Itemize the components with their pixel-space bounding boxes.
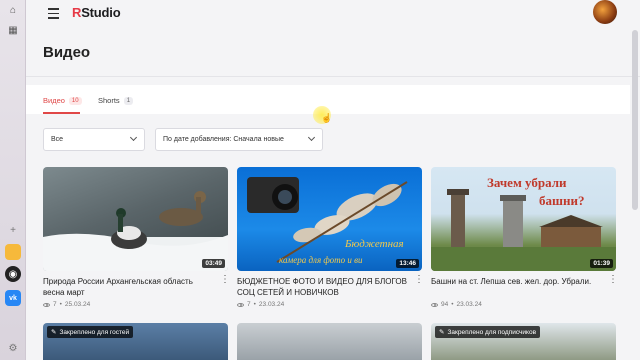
grid-icon[interactable]: ▦ (5, 22, 21, 38)
video-meta: 7 • 23.03.24 (237, 301, 422, 308)
pinned-badge: ✎ Закреплено для подписчиков (435, 326, 541, 338)
logo-text: Studio (81, 5, 121, 20)
eye-icon (43, 302, 50, 307)
vk-icon[interactable]: vk (5, 290, 21, 306)
upload-date: 23.03.24 (258, 301, 285, 308)
logo-r: R (72, 5, 82, 20)
add-icon[interactable]: + (5, 222, 21, 238)
video-card[interactable]: 03:49 Природа России Архангельская облас… (43, 167, 230, 308)
video-thumbnail[interactable]: ✎ Закреплено для подписчиков (431, 323, 616, 360)
tab-count: 10 (68, 96, 82, 105)
more-options-icon[interactable]: ⋮ (220, 275, 230, 285)
thumb-caption-1: Зачем убрали (487, 175, 567, 190)
view-count: 94 (441, 301, 449, 308)
eye-icon (431, 302, 438, 307)
sort-select[interactable]: По дате добавления: Сначала новые (155, 128, 323, 151)
video-meta: 7 • 25.03.24 (43, 301, 228, 308)
thumb-caption-2: камера для фото и ви (279, 255, 363, 265)
category-select-value: Все (51, 136, 64, 143)
video-thumbnail[interactable]: Бюджетная камера для фото и ви 13:46 (237, 167, 422, 271)
pinned-label: Закреплено для гостей (59, 328, 130, 336)
tab-label: Shorts (98, 96, 120, 105)
tab-videos[interactable]: Видео 10 (43, 96, 82, 105)
pinned-badge: ✎ Закреплено для гостей (47, 326, 134, 338)
video-thumbnail[interactable]: 03:49 (43, 167, 228, 271)
chevron-down-icon (129, 133, 138, 142)
video-thumbnail[interactable]: Зачем убрали башни? 01:39 (431, 167, 616, 271)
chevron-down-icon (307, 133, 316, 142)
duck-scene (43, 191, 228, 271)
towers-scene: Зачем убрали башни? (431, 175, 616, 271)
logo[interactable]: RStudio (72, 5, 121, 20)
page-title: Видео (43, 44, 91, 61)
video-thumbnail[interactable]: ✎ Закреплено для гостей (43, 323, 228, 360)
duration-badge: 13:46 (396, 259, 419, 268)
top-bar: RStudio (26, 0, 640, 28)
hamburger-icon[interactable] (48, 8, 59, 22)
home-icon[interactable]: ⌂ (5, 2, 21, 18)
thumb-caption-1: Бюджетная (344, 238, 404, 250)
video-card[interactable]: Бюджетная камера для фото и ви 13:46 БЮД… (237, 167, 424, 308)
view-count: 7 (53, 301, 57, 308)
os-sidebar: ⌂ ▦ + ◉ vk ⚙ (0, 0, 26, 360)
separator: • (253, 301, 256, 308)
eye-icon (237, 302, 244, 307)
active-tab-indicator (43, 112, 80, 114)
duration-badge: 03:49 (202, 259, 225, 268)
separator: • (451, 301, 454, 308)
more-options-icon[interactable]: ⋮ (608, 275, 618, 285)
upload-date: 23.03.24 (456, 301, 482, 308)
tab-shorts[interactable]: Shorts 1 (98, 96, 134, 105)
upload-date: 25.03.24 (64, 301, 91, 308)
app-icon-dark[interactable]: ◉ (5, 266, 21, 282)
tab-count: 1 (123, 96, 134, 105)
thumb-caption-2: башни? (539, 193, 584, 208)
pinned-label: Закреплено для подписчиков (447, 328, 537, 336)
video-title[interactable]: Башни на ст. Лепша сев. жел. дор. Убрали… (431, 277, 601, 298)
video-thumbnail[interactable] (237, 323, 422, 360)
video-title[interactable]: Природа России Архангельская область вес… (43, 277, 213, 298)
duration-badge: 01:39 (590, 259, 613, 268)
pin-icon: ✎ (51, 329, 57, 336)
video-meta: 94 • 23.03.24 (431, 301, 616, 308)
separator: • (59, 301, 62, 308)
divider (26, 76, 640, 77)
avatar[interactable] (593, 0, 617, 24)
app-icon-yellow[interactable] (5, 244, 21, 260)
pin-icon: ✎ (439, 329, 445, 336)
more-options-icon[interactable]: ⋮ (414, 275, 424, 285)
video-title[interactable]: БЮДЖЕТНОЕ ФОТО И ВИДЕО ДЛЯ БЛОГОВ СОЦ СЕ… (237, 277, 407, 298)
settings-icon[interactable]: ⚙ (5, 340, 21, 356)
scrollbar[interactable] (632, 30, 638, 210)
view-count: 7 (247, 301, 251, 308)
camera-scene: Бюджетная камера для фото и ви (247, 177, 408, 265)
category-select[interactable]: Все (43, 128, 145, 151)
tab-label: Видео (43, 96, 65, 105)
pointer-icon: ☝ (321, 113, 333, 123)
video-card[interactable]: Зачем убрали башни? 01:39 Башни на ст. Л… (431, 167, 618, 308)
sort-select-value: По дате добавления: Сначала новые (163, 136, 284, 143)
